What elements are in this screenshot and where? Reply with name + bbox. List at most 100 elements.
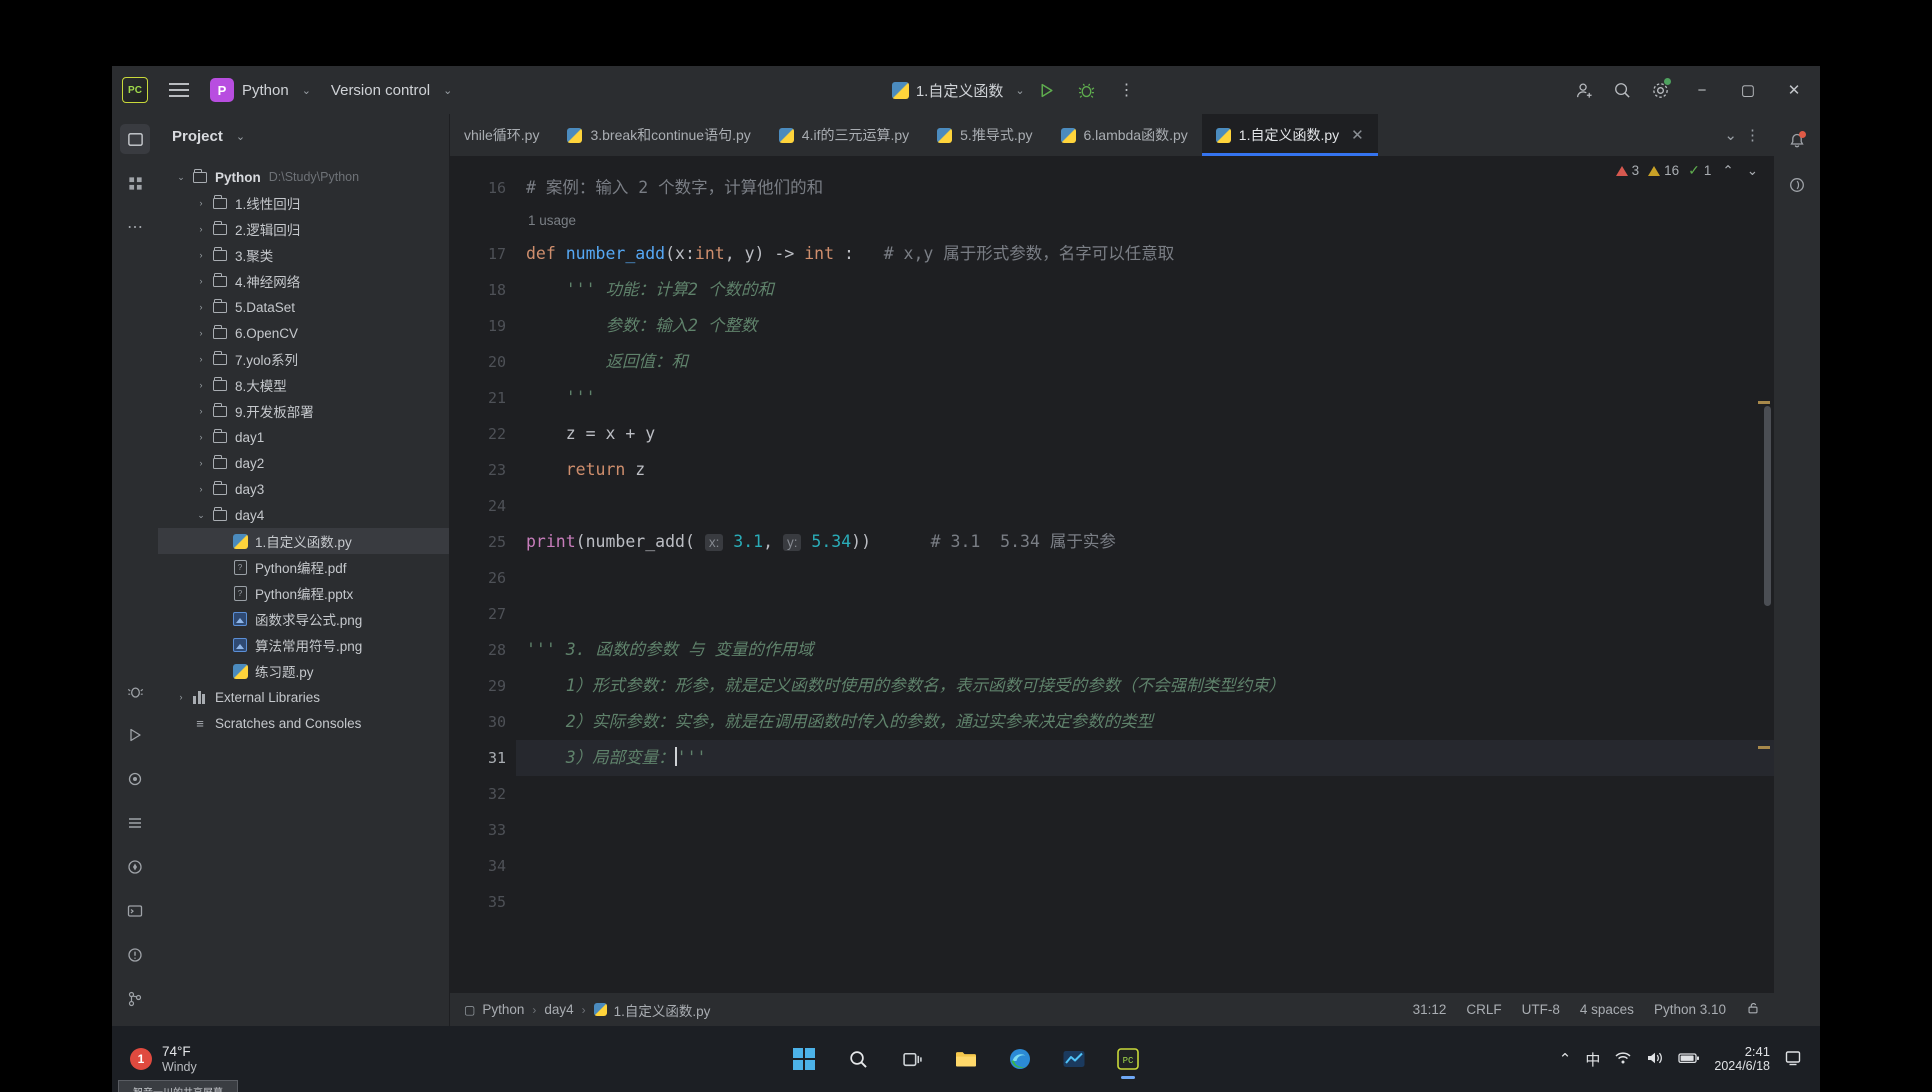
tree-item[interactable]: 函数求导公式.png xyxy=(158,606,449,632)
tree-item[interactable]: › 4.神经网络 xyxy=(158,268,449,294)
code-line[interactable] xyxy=(516,848,1774,884)
chevron-right-icon[interactable]: › xyxy=(192,432,210,442)
tray-chevron-icon[interactable]: ⌃ xyxy=(1559,1050,1572,1068)
windows-start-icon[interactable] xyxy=(781,1036,827,1082)
run-tool-icon[interactable] xyxy=(120,720,150,750)
services-tool-icon[interactable] xyxy=(120,852,150,882)
notification-center-icon[interactable] xyxy=(1784,1049,1802,1070)
volume-icon[interactable] xyxy=(1646,1050,1664,1069)
tree-item[interactable]: ⌄ day4 xyxy=(158,502,449,528)
tree-item-selected[interactable]: 1.自定义函数.py xyxy=(158,528,449,554)
run-configuration-selector[interactable]: 1.自定义函数 ⌄ xyxy=(891,80,1025,101)
editor-tab[interactable]: 5.推导式.py xyxy=(923,114,1046,156)
chevron-down-icon[interactable]: ⌄ xyxy=(172,172,190,183)
tree-item[interactable]: › 2.逻辑回归 xyxy=(158,216,449,242)
breadcrumb-item-folder[interactable]: day4 xyxy=(544,1002,573,1017)
version-control-tool-icon[interactable] xyxy=(120,984,150,1014)
file-explorer-icon[interactable] xyxy=(943,1036,989,1082)
chevron-right-icon[interactable]: › xyxy=(192,328,210,338)
tree-item[interactable]: › 9.开发板部署 xyxy=(158,398,449,424)
chevron-right-icon[interactable]: › xyxy=(192,276,210,286)
minimize-button[interactable]: − xyxy=(1680,73,1724,107)
debug-tool-icon[interactable] xyxy=(120,676,150,706)
previous-highlight-icon[interactable]: ⌃ xyxy=(1720,163,1735,179)
editor-tab[interactable]: 4.if的三元运算.py xyxy=(765,114,923,156)
editor-tab[interactable]: 6.lambda函数.py xyxy=(1047,114,1202,156)
wifi-icon[interactable] xyxy=(1614,1050,1632,1069)
python-console-icon[interactable] xyxy=(120,764,150,794)
chart-app-icon[interactable] xyxy=(1051,1036,1097,1082)
chevron-right-icon[interactable]: › xyxy=(192,380,210,390)
maximize-button[interactable]: ▢ xyxy=(1726,73,1770,107)
chevron-right-icon[interactable]: › xyxy=(192,224,210,234)
pycharm-taskbar-icon[interactable]: PC xyxy=(1105,1036,1151,1082)
usage-hint[interactable]: 1 usage xyxy=(516,206,1774,236)
tree-item[interactable]: › 3.聚类 xyxy=(158,242,449,268)
taskbar-search-icon[interactable] xyxy=(835,1036,881,1082)
tab-list-dropdown-icon[interactable]: ⌄ xyxy=(1724,126,1737,144)
hamburger-menu-icon[interactable] xyxy=(164,75,194,105)
warning-marker[interactable] xyxy=(1758,746,1770,749)
line-separator[interactable]: CRLF xyxy=(1466,1002,1501,1017)
code-content[interactable]: # 案例：输入 2 个数字，计算他们的和 1 usage def number_ad… xyxy=(516,156,1774,992)
project-tool-icon[interactable] xyxy=(120,124,150,154)
code-line[interactable] xyxy=(516,596,1774,632)
warning-count-indicator[interactable]: 16 xyxy=(1648,163,1679,178)
code-line[interactable]: return z xyxy=(516,452,1774,488)
debug-icon[interactable] xyxy=(1069,74,1105,106)
tree-item[interactable]: ? Python编程.pptx xyxy=(158,580,449,606)
chevron-right-icon[interactable]: › xyxy=(192,302,210,312)
editor-tab-active[interactable]: 1.自定义函数.py ✕ xyxy=(1201,114,1378,156)
caret-position[interactable]: 31:12 xyxy=(1413,1002,1447,1017)
editor-tab[interactable]: 3.break和continue语句.py xyxy=(553,114,764,156)
version-control-menu[interactable]: Version control ⌄ xyxy=(331,82,452,99)
code-line[interactable]: z = x + y xyxy=(516,416,1774,452)
code-line[interactable] xyxy=(516,560,1774,596)
code-line[interactable] xyxy=(516,812,1774,848)
settings-icon[interactable] xyxy=(1642,74,1678,106)
problems-tool-icon[interactable] xyxy=(120,940,150,970)
chevron-right-icon[interactable]: › xyxy=(192,354,210,364)
code-line[interactable]: ''' 功能：计算2 个数的和 xyxy=(516,272,1774,308)
chevron-right-icon[interactable]: › xyxy=(192,250,210,260)
ok-count-indicator[interactable]: ✓ 1 xyxy=(1688,162,1711,179)
project-selector[interactable]: P Python ⌄ xyxy=(210,78,311,102)
close-tab-icon[interactable]: ✕ xyxy=(1351,126,1364,144)
code-line[interactable] xyxy=(516,488,1774,524)
breadcrumb-item-project[interactable]: ▢ Python xyxy=(464,1002,524,1017)
terminal-tool-icon[interactable] xyxy=(120,896,150,926)
chevron-down-icon[interactable]: ⌄ xyxy=(192,510,210,521)
tree-item[interactable]: ⌄ Python D:\Study\Python xyxy=(158,164,449,190)
chevron-right-icon[interactable]: › xyxy=(192,484,210,494)
project-panel-header[interactable]: Project ⌄ xyxy=(158,114,449,158)
tree-item[interactable]: › 6.OpenCV xyxy=(158,320,449,346)
code-line[interactable]: 参数：输入2 个整数 xyxy=(516,308,1774,344)
unlocked-icon[interactable] xyxy=(1746,1001,1760,1018)
chevron-right-icon[interactable]: › xyxy=(192,198,210,208)
tree-item[interactable]: › External Libraries xyxy=(158,684,449,710)
inspection-widget[interactable]: 3 16 ✓ 1 ⌃ ⌄ xyxy=(1615,162,1760,179)
editor-scrollbar[interactable] xyxy=(1764,406,1771,606)
code-line[interactable]: # 案例：输入 2 个数字，计算他们的和 xyxy=(516,170,1774,206)
tree-item[interactable]: › day1 xyxy=(158,424,449,450)
tree-item[interactable]: ? Python编程.pdf xyxy=(158,554,449,580)
code-line[interactable]: print(number_add( x: 3.1, y: 5.34)) # 3.… xyxy=(516,524,1774,560)
code-line[interactable] xyxy=(516,776,1774,812)
chevron-right-icon[interactable]: › xyxy=(192,458,210,468)
battery-icon[interactable] xyxy=(1678,1051,1700,1068)
more-tool-icon[interactable]: ⋯ xyxy=(120,212,150,242)
run-icon[interactable] xyxy=(1029,74,1065,106)
tree-item[interactable]: 算法常用符号.png xyxy=(158,632,449,658)
edge-browser-icon[interactable] xyxy=(997,1036,1043,1082)
account-icon[interactable] xyxy=(1566,74,1602,106)
code-line[interactable] xyxy=(516,884,1774,920)
code-line[interactable]: 3）局部变量： ''' xyxy=(516,740,1774,776)
error-count-indicator[interactable]: 3 xyxy=(1615,163,1639,178)
close-button[interactable]: ✕ xyxy=(1772,73,1816,107)
tree-item[interactable]: › 8.大模型 xyxy=(158,372,449,398)
file-encoding[interactable]: UTF-8 xyxy=(1522,1002,1560,1017)
tree-item[interactable]: › day3 xyxy=(158,476,449,502)
editor-tab[interactable]: vhile循环.py xyxy=(450,114,553,156)
weather-widget[interactable]: 1 74°F Windy xyxy=(130,1044,197,1074)
warning-marker[interactable] xyxy=(1758,401,1770,404)
